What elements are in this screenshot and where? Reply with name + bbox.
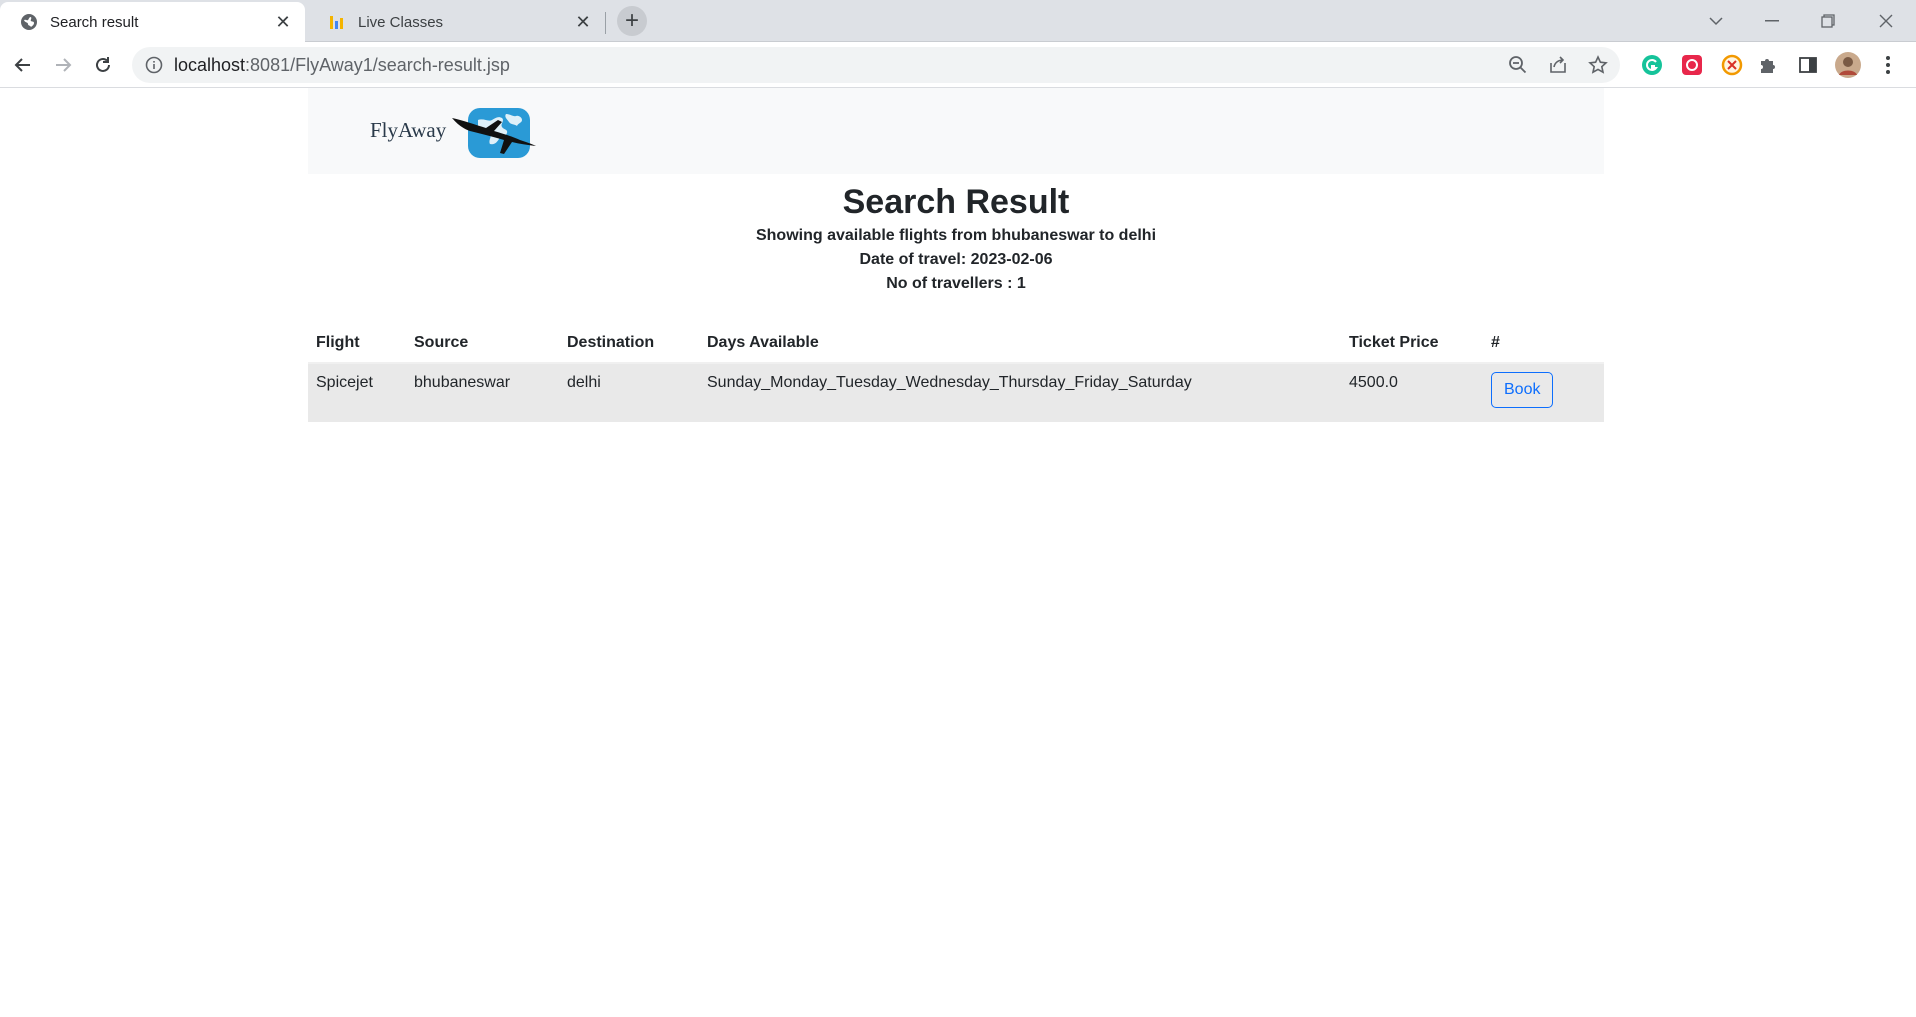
page-title: Search Result: [842, 183, 1070, 221]
airplane-logo-icon[interactable]: [450, 106, 550, 162]
browser-toolbar: localhost:8081/FlyAway1/search-result.js…: [0, 42, 1916, 88]
cell-ticket-price: 4500.0: [1341, 363, 1483, 422]
back-arrow-icon[interactable]: [8, 50, 38, 80]
table-row: Spicejet bhubaneswar delhi Sunday_Monday…: [308, 363, 1604, 422]
col-days-available: Days Available: [699, 314, 1341, 364]
close-tab-icon[interactable]: ✕: [573, 12, 593, 32]
cell-source: bhubaneswar: [406, 363, 559, 422]
navbar: FlyAway: [308, 88, 1604, 174]
col-source: Source: [406, 314, 559, 364]
address-bar[interactable]: localhost:8081/FlyAway1/search-result.js…: [132, 47, 1620, 83]
page-container: FlyAway Search Result Showing available …: [308, 88, 1604, 422]
site-info-icon[interactable]: [144, 55, 164, 75]
close-window-icon[interactable]: [1858, 0, 1914, 42]
tab-search-result[interactable]: Search result ✕: [0, 2, 305, 42]
timer-extension-icon[interactable]: [1718, 51, 1746, 79]
zoom-icon[interactable]: [1504, 51, 1532, 79]
tab-title: Search result: [50, 13, 139, 31]
close-tab-icon[interactable]: ✕: [273, 12, 293, 32]
table-header-row: Flight Source Destination Days Available…: [308, 314, 1604, 364]
url-path: :8081/FlyAway1/search-result.jsp: [245, 54, 510, 75]
brand-name: FlyAway: [370, 118, 447, 142]
reload-icon[interactable]: [88, 50, 118, 80]
extensions-puzzle-icon[interactable]: [1754, 51, 1782, 79]
cell-days-available: Sunday_Monday_Tuesday_Wednesday_Thursday…: [699, 363, 1341, 422]
minimize-icon[interactable]: [1744, 0, 1800, 42]
tab-search-chevron-icon[interactable]: [1688, 0, 1744, 42]
travel-date: Date of travel: 2023-02-06: [859, 251, 1053, 268]
tab-separator: [605, 12, 606, 34]
menu-kebab-icon[interactable]: [1874, 51, 1902, 79]
route-summary: Showing available flights from bhubanesw…: [755, 227, 1157, 244]
tab-title: Live Classes: [358, 13, 444, 31]
col-destination: Destination: [559, 314, 699, 364]
recorder-extension-icon[interactable]: [1678, 51, 1706, 79]
flights-table: Flight Source Destination Days Available…: [308, 314, 1604, 422]
browser-tab-bar: Search result ✕ Live Classes ✕ +: [0, 0, 1916, 42]
cell-flight: Spicejet: [308, 363, 406, 422]
cell-action: Book: [1483, 363, 1604, 422]
col-action: #: [1483, 314, 1604, 364]
traveller-count: No of travellers : 1: [886, 275, 1026, 292]
grammarly-icon[interactable]: [1638, 51, 1666, 79]
tab-live-classes[interactable]: Live Classes ✕: [308, 2, 605, 42]
col-flight: Flight: [308, 314, 406, 364]
cell-destination: delhi: [559, 363, 699, 422]
globe-icon: [20, 13, 38, 31]
book-button[interactable]: Book: [1491, 372, 1554, 408]
share-icon[interactable]: [1544, 51, 1572, 79]
bookmark-star-icon[interactable]: [1584, 51, 1612, 79]
col-ticket-price: Ticket Price: [1341, 314, 1483, 364]
side-panel-icon[interactable]: [1794, 51, 1822, 79]
forward-arrow-icon[interactable]: [48, 50, 78, 80]
new-tab-button[interactable]: +: [617, 6, 647, 36]
profile-avatar[interactable]: [1834, 51, 1862, 79]
restore-icon[interactable]: [1800, 0, 1856, 42]
brand-link[interactable]: FlyAway: [370, 118, 446, 143]
bar-chart-icon: [328, 13, 346, 31]
url-host: localhost: [174, 54, 246, 75]
